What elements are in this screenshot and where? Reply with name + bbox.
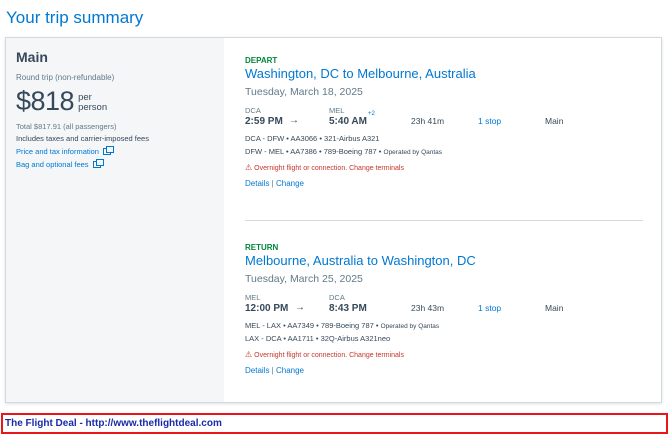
airport-codes: DCA MEL — [245, 106, 645, 116]
price-row: $818 per person — [16, 86, 214, 116]
arrival-time: 5:40 AM — [329, 116, 367, 127]
warning-icon: ⚠ — [245, 350, 253, 359]
external-link-icon — [92, 159, 104, 168]
change-link[interactable]: Change — [276, 366, 304, 375]
segment-date: Tuesday, March 18, 2025 — [245, 86, 363, 98]
segment-depart: DEPART Washington, DC to Melbourne, Aust… — [245, 56, 645, 188]
taxes-note: Includes taxes and carrier-imposed fees — [16, 134, 149, 143]
connection-warning: ⚠ Overnight flight or connection. Change… — [245, 351, 645, 359]
details-link[interactable]: Details — [245, 179, 269, 188]
departure-time: 12:00 PM — [245, 303, 289, 314]
segment-route: Melbourne, Australia to Washington, DC — [245, 253, 476, 268]
price-per-person: per person — [78, 93, 107, 113]
details-link[interactable]: Details — [245, 366, 269, 375]
cabin-class: Main — [545, 116, 564, 126]
total-price: Total $817.91 (all passengers) — [16, 122, 117, 131]
arrow-right-icon: → — [289, 115, 299, 126]
price-tax-info-label: Price and tax information — [16, 147, 99, 156]
flight-leg: MEL - LAX • AA7349 • 789-Boeing 787 • Op… — [245, 321, 645, 330]
arrival-time: 8:43 PM — [329, 303, 367, 314]
flight-leg: LAX - DCA • AA1711 • 32Q-Airbus A321neo — [245, 334, 645, 343]
destination-code: MEL — [329, 106, 345, 115]
page-title: Your trip summary — [6, 8, 144, 27]
bag-fees-link[interactable]: Bag and optional fees — [16, 159, 214, 169]
cabin-class: Main — [545, 303, 564, 313]
bag-fees-label: Bag and optional fees — [16, 160, 89, 169]
segment-actions: Details | Change — [245, 179, 645, 188]
departure-time: 2:59 PM — [245, 116, 283, 127]
warning-icon: ⚠ — [245, 163, 253, 172]
operated-by: Operated by Qantas — [383, 149, 443, 156]
stops-link[interactable]: 1 stop — [478, 303, 501, 313]
stops-link[interactable]: 1 stop — [478, 116, 501, 126]
flight-leg-info: DFW - MEL • AA7386 • 789-Boeing 787 • — [245, 147, 384, 156]
flight-leg-info: LAX - DCA • AA1711 • 32Q-Airbus A321neo — [245, 334, 391, 343]
origin-code: MEL — [245, 293, 261, 302]
flight-leg: DCA - DFW • AA3066 • 321-Airbus A321 — [245, 134, 645, 143]
flight-times: 2:59 PM → 5:40 AM +2 23h 41m 1 stop Main — [245, 111, 645, 128]
flight-leg: DFW - MEL • AA7386 • 789-Boeing 787 • Op… — [245, 147, 645, 156]
fare-name: Main — [16, 49, 48, 65]
warning-text: Overnight flight or connection. Change t… — [254, 164, 404, 172]
destination-code: DCA — [329, 293, 345, 302]
price-amount: $818 — [16, 86, 75, 116]
segment-date: Tuesday, March 25, 2025 — [245, 273, 363, 285]
airport-codes: MEL DCA — [245, 293, 645, 303]
segment-return: RETURN Melbourne, Australia to Washingto… — [245, 243, 645, 375]
segment-label: RETURN — [245, 243, 279, 252]
segment-actions: Details | Change — [245, 366, 645, 375]
footer-watermark: The Flight Deal - http://www.theflightde… — [1, 413, 668, 434]
segment-route: Washington, DC to Melbourne, Australia — [245, 66, 476, 81]
trip-summary-card: Main Round trip (non-refundable) $818 pe… — [5, 37, 662, 403]
warning-text: Overnight flight or connection. Change t… — [254, 351, 404, 359]
flight-duration: 23h 43m — [411, 303, 445, 313]
connection-warning: ⚠ Overnight flight or connection. Change… — [245, 164, 645, 172]
flight-duration: 23h 41m — [411, 116, 445, 126]
plus-days-badge: +2 — [368, 111, 375, 117]
arrow-right-icon: → — [295, 302, 305, 313]
flight-times: 12:00 PM → 8:43 PM 23h 43m 1 stop Main — [245, 302, 645, 315]
segment-label: DEPART — [245, 56, 278, 65]
trip-type: Round trip (non-refundable) — [16, 73, 115, 82]
change-link[interactable]: Change — [276, 179, 304, 188]
operated-by: Operated by Qantas — [380, 323, 440, 330]
footer-text: The Flight Deal - http://www.theflightde… — [5, 418, 222, 429]
price-tax-info-link[interactable]: Price and tax information — [16, 146, 214, 156]
flight-leg-info: MEL - LAX • AA7349 • 789-Boeing 787 • — [245, 321, 381, 330]
price-person-label: person — [78, 102, 108, 113]
flight-leg-info: DCA - DFW • AA3066 • 321-Airbus A321 — [245, 134, 380, 143]
external-link-icon — [102, 146, 114, 155]
origin-code: DCA — [245, 106, 261, 115]
fare-summary-panel: Main Round trip (non-refundable) $818 pe… — [6, 38, 224, 402]
itinerary-panel: DEPART Washington, DC to Melbourne, Aust… — [245, 38, 645, 402]
segment-divider — [245, 220, 643, 221]
